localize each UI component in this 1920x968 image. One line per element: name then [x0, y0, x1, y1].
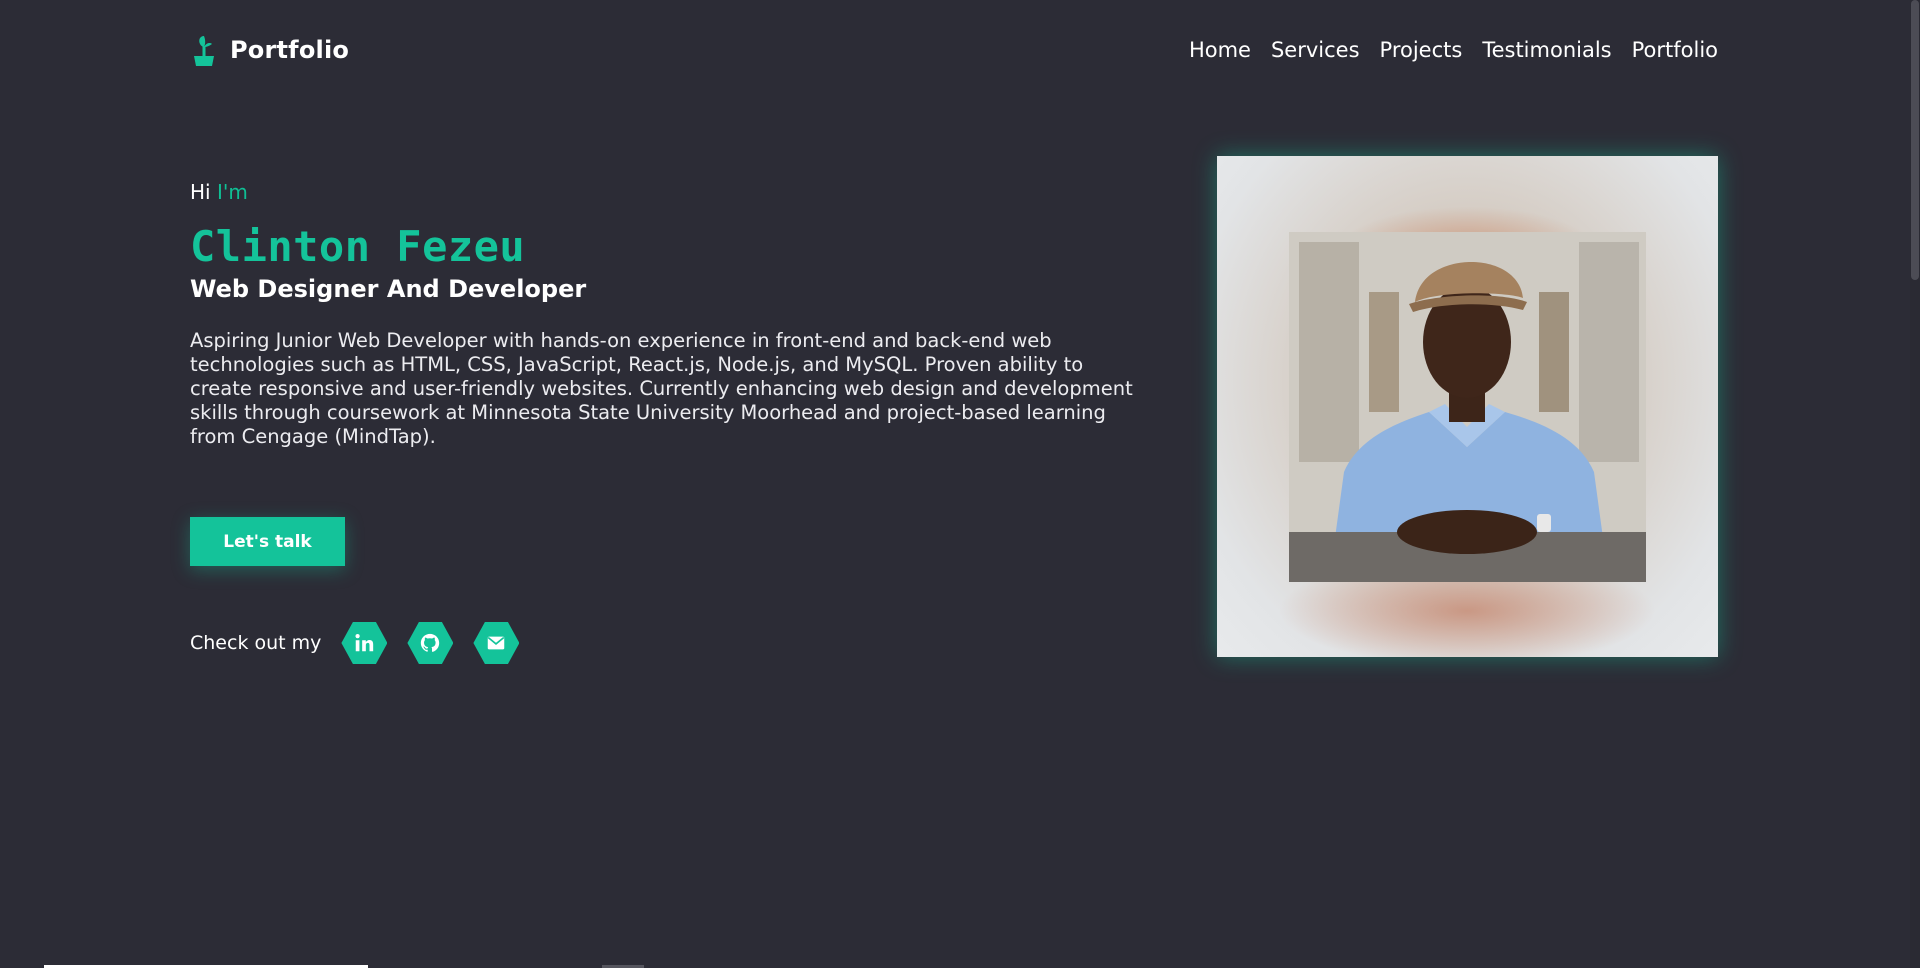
email-icon [488, 636, 505, 650]
greeting-im: I'm [216, 180, 248, 204]
nav-testimonials[interactable]: Testimonials [1482, 38, 1611, 62]
lets-talk-button[interactable]: Let's talk [190, 517, 345, 566]
person-portrait-icon [1289, 232, 1646, 582]
github-icon [421, 633, 440, 652]
linkedin-link[interactable] [341, 622, 388, 664]
main-nav: Home Services Projects Testimonials Port… [1189, 38, 1718, 62]
plant-logo-icon [194, 36, 214, 66]
scrollbar-thumb[interactable] [1911, 0, 1919, 280]
brand-logo-link[interactable]: Portfolio [190, 32, 349, 68]
hero-name: Clinton Fezeu [190, 222, 526, 271]
linkedin-icon [355, 634, 374, 652]
page: Portfolio Home Services Projects Testimo… [0, 0, 1920, 968]
hero-bio: Aspiring Junior Web Developer with hands… [190, 329, 1133, 448]
social-links: Check out my [190, 622, 520, 664]
nav-home[interactable]: Home [1189, 38, 1251, 62]
socials-label: Check out my [190, 632, 322, 654]
greeting: Hi I'm [190, 180, 1150, 204]
profile-photo-frame [1217, 156, 1718, 657]
brand-name: Portfolio [230, 36, 350, 64]
greeting-hi: Hi [190, 180, 211, 204]
hero-intro: Hi I'm Clinton Fezeu Web Designer And De… [190, 180, 1150, 449]
profile-photo [1289, 232, 1646, 582]
site-header: Portfolio Home Services Projects Testimo… [190, 22, 1718, 78]
nav-services[interactable]: Services [1271, 38, 1360, 62]
nav-projects[interactable]: Projects [1380, 38, 1463, 62]
email-link[interactable] [473, 622, 520, 664]
page-scrollbar[interactable] [1910, 0, 1920, 968]
hero-role: Web Designer And Developer [190, 275, 587, 303]
nav-portfolio[interactable]: Portfolio [1632, 38, 1718, 62]
github-link[interactable] [407, 622, 454, 664]
